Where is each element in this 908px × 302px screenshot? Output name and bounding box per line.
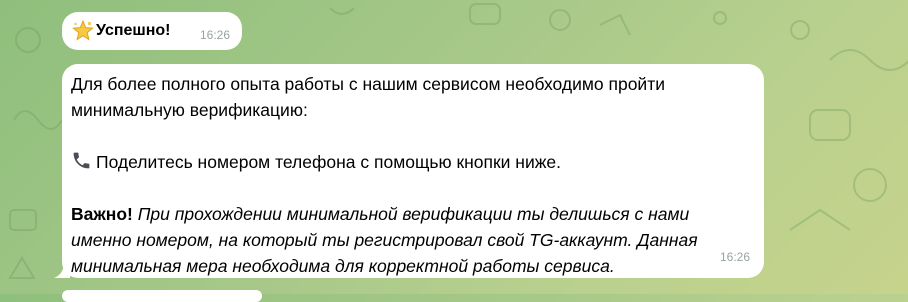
- message-title-text: Успешно!: [96, 22, 171, 39]
- message-bubble-verification[interactable]: Для более полного опыта работы с нашим с…: [54, 64, 764, 279]
- message-bubble-success[interactable]: Успешно! 16:26: [62, 12, 242, 50]
- message-time: 16:26: [719, 250, 750, 264]
- message-paragraph-phone: Поделитесь номером телефона с помощью кн…: [71, 149, 750, 175]
- phone-instruction-text: Поделитесь номером телефона с помощью кн…: [96, 152, 562, 172]
- message-time: 16:26: [199, 28, 230, 42]
- bubble-tail: [54, 262, 70, 278]
- important-text: При прохождении минимальной верификации …: [71, 204, 698, 276]
- phone-icon: [71, 150, 92, 171]
- star-icon: [72, 19, 94, 42]
- message-title: Успешно!: [72, 19, 171, 42]
- important-note: Важно! При прохождении минимальной вериф…: [71, 201, 750, 279]
- message-paragraph: Для более полного опыта работы с нашим с…: [71, 74, 666, 120]
- important-label: Важно!: [71, 204, 133, 224]
- next-message-bubble-partial: [62, 290, 262, 302]
